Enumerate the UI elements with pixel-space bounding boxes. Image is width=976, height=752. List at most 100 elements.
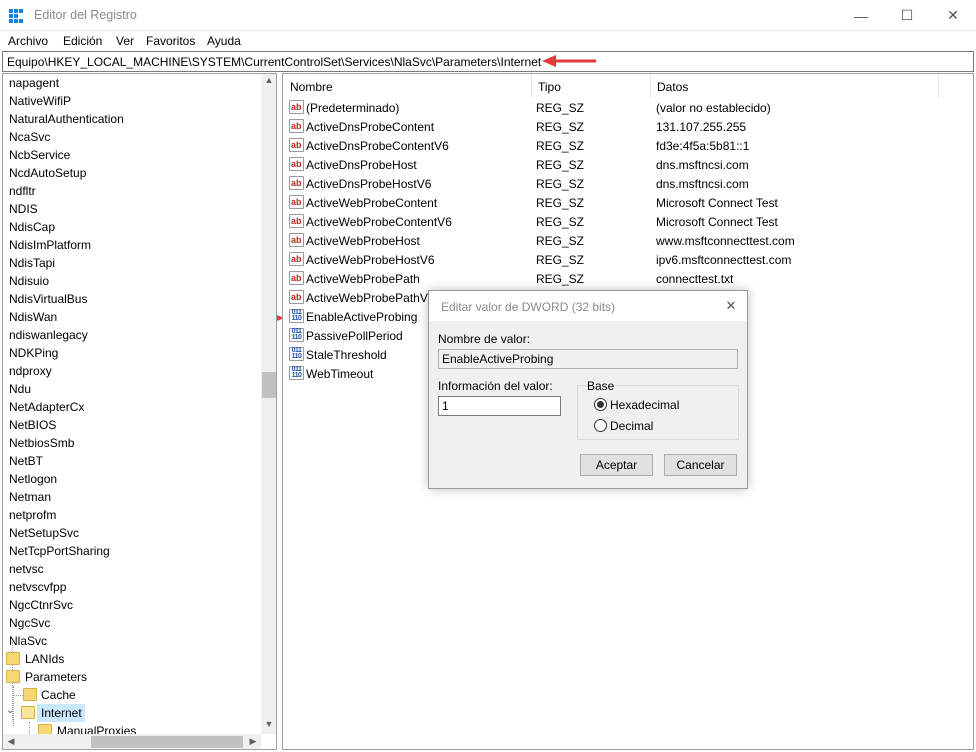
hexadecimal-radio[interactable] bbox=[594, 398, 607, 411]
menu-bar: Archivo Edición Ver Favoritos Ayuda bbox=[0, 31, 976, 51]
maximize-button[interactable]: ☐ bbox=[884, 0, 930, 31]
value-data: 131.107.255.255 bbox=[656, 120, 747, 134]
value-type: REG_SZ bbox=[536, 158, 585, 172]
value-data: dns.msftncsi.com bbox=[656, 158, 749, 172]
dword-value-icon: 011 110 bbox=[289, 347, 304, 361]
menu-archivo[interactable]: Archivo bbox=[8, 34, 48, 48]
tree-item-label: NdisVirtualBus bbox=[9, 292, 88, 306]
tree-item-label: Cache bbox=[41, 688, 76, 702]
tree-item-label: NgcCtnrSvc bbox=[9, 598, 74, 612]
folder-icon bbox=[23, 688, 37, 701]
edit-dword-dialog: Editar valor de DWORD (32 bits) ✕ Nombre… bbox=[428, 290, 748, 489]
value-data: (valor no establecido) bbox=[656, 101, 771, 115]
value-type: REG_SZ bbox=[536, 272, 585, 286]
tree-item-label: NetAdapterCx bbox=[9, 400, 85, 414]
value-data: www.msftconnecttest.com bbox=[656, 234, 795, 248]
value-row[interactable]: ab ActiveDnsProbeHost REG_SZ dns.msftncsi.c… bbox=[283, 155, 973, 174]
value-row[interactable]: ab ActiveWebProbeHost REG_SZ www.msftconnec… bbox=[283, 231, 973, 250]
value-row[interactable]: ab ActiveWebProbeContentV6 REG_SZ Microsoft… bbox=[283, 212, 973, 231]
tree-item-label: Netlogon bbox=[9, 472, 58, 486]
key-tree-pane[interactable]: napagent NativeWifiP NaturalAuthentication… bbox=[2, 73, 277, 750]
tree-item-label: NDKPing bbox=[9, 346, 59, 360]
decimal-label[interactable]: Decimal bbox=[610, 419, 653, 433]
value-type: REG_SZ bbox=[536, 253, 585, 267]
scroll-left-icon[interactable]: ◀ bbox=[3, 736, 19, 747]
ok-button[interactable]: Aceptar bbox=[580, 454, 653, 476]
string-value-icon: ab bbox=[289, 100, 304, 114]
dword-value-icon: 011 110 bbox=[289, 328, 304, 342]
scrollbar-thumb[interactable] bbox=[91, 736, 243, 748]
tree-item-label: NgcSvc bbox=[9, 616, 51, 630]
scroll-up-icon[interactable]: ▲ bbox=[261, 75, 276, 85]
value-row[interactable]: ab ActiveWebProbeHostV6 REG_SZ ipv6.msftcon… bbox=[283, 250, 973, 269]
string-value-icon: ab bbox=[289, 290, 304, 304]
tree-item-label: NaturalAuthentication bbox=[9, 112, 124, 126]
column-header-name[interactable]: Nombre bbox=[283, 74, 531, 98]
value-type: REG_SZ bbox=[536, 139, 585, 153]
address-bar[interactable]: Equipo\HKEY_LOCAL_MACHINE\SYSTEM\Current… bbox=[2, 51, 974, 72]
value-row[interactable]: ab ActiveDnsProbeContentV6 REG_SZ fd3e:4f5a… bbox=[283, 136, 973, 155]
scroll-down-icon[interactable]: ▼ bbox=[261, 719, 276, 729]
string-value-icon: ab bbox=[289, 195, 304, 209]
window-title: Editor del Registro bbox=[34, 8, 137, 22]
tree-item-label: NcaSvc bbox=[9, 130, 51, 144]
tree-item-label: Parameters bbox=[25, 670, 88, 684]
tree-item-label: netvsc bbox=[9, 562, 44, 576]
value-name: ActiveWebProbeContentV6 bbox=[306, 215, 452, 229]
minimize-button[interactable]: — bbox=[838, 0, 884, 31]
value-name: WebTimeout bbox=[306, 367, 374, 381]
chevron-down-icon[interactable]: ⌄ bbox=[6, 705, 14, 716]
value-type: REG_SZ bbox=[536, 177, 585, 191]
tree-item-label: napagent bbox=[9, 76, 60, 90]
value-data: dns.msftncsi.com bbox=[656, 177, 749, 191]
value-row[interactable]: ab ActiveWebProbePath REG_SZ connecttest.tx… bbox=[283, 269, 973, 288]
value-data: Microsoft Connect Test bbox=[656, 196, 778, 210]
annotation-arrow-address bbox=[542, 55, 596, 67]
value-name: StaleThreshold bbox=[306, 348, 387, 362]
tree-item-label: Internet bbox=[41, 706, 82, 720]
open-folder-icon bbox=[21, 706, 35, 719]
column-header-data[interactable]: Datos bbox=[650, 74, 938, 98]
scroll-right-icon[interactable]: ▶ bbox=[245, 736, 261, 747]
tree-item-label: Ndu bbox=[9, 382, 32, 396]
close-button[interactable]: ✕ bbox=[930, 0, 976, 31]
value-data-field[interactable]: 1 bbox=[438, 396, 561, 416]
decimal-radio[interactable] bbox=[594, 419, 607, 432]
tree-item-label: NetSetupSvc bbox=[9, 526, 80, 540]
dword-value-icon: 011 110 bbox=[289, 366, 304, 380]
value-row[interactable]: ab ActiveWebProbeContent REG_SZ Microsoft C… bbox=[283, 193, 973, 212]
tree-horizontal-scrollbar[interactable]: ◀ ▶ bbox=[3, 734, 261, 749]
value-row[interactable]: ab ActiveDnsProbeContent REG_SZ 131.107.255… bbox=[283, 117, 973, 136]
value-name: ActiveDnsProbeContent bbox=[306, 120, 435, 134]
hexadecimal-label[interactable]: Hexadecimal bbox=[610, 398, 679, 412]
scrollbar-thumb[interactable] bbox=[262, 372, 276, 398]
string-value-icon: ab bbox=[289, 138, 304, 152]
tree-item-label: NetBIOS bbox=[9, 418, 57, 432]
tree-item-label: NetbiosSmb bbox=[9, 436, 75, 450]
title-bar: Editor del Registro — ☐ ✕ bbox=[0, 0, 976, 31]
value-name: PassivePollPeriod bbox=[306, 329, 403, 343]
value-row[interactable]: ab (Predeterminado) REG_SZ (valor no establ… bbox=[283, 98, 973, 117]
tree-item-label: ndfltr bbox=[9, 184, 36, 198]
cancel-button[interactable]: Cancelar bbox=[664, 454, 737, 476]
string-value-icon: ab bbox=[289, 214, 304, 228]
menu-ayuda[interactable]: Ayuda bbox=[207, 34, 241, 48]
column-divider[interactable] bbox=[938, 74, 939, 98]
menu-favoritos[interactable]: Favoritos bbox=[146, 34, 195, 48]
value-name: ActiveDnsProbeHost bbox=[306, 158, 417, 172]
value-name: ActiveWebProbeHost bbox=[306, 234, 420, 248]
menu-ver[interactable]: Ver bbox=[116, 34, 134, 48]
string-value-icon: ab bbox=[289, 233, 304, 247]
value-name-label: Nombre de valor: bbox=[438, 332, 531, 346]
column-header-type[interactable]: Tipo bbox=[531, 74, 651, 98]
value-row[interactable]: ab ActiveDnsProbeHostV6 REG_SZ dns.msftncsi… bbox=[283, 174, 973, 193]
tree-item-label: NdisCap bbox=[9, 220, 56, 234]
tree-item-label: NativeWifiP bbox=[9, 94, 72, 108]
tree-item-label: NlaSvc bbox=[9, 634, 48, 648]
maximize-icon: ☐ bbox=[900, 7, 914, 23]
tree-vertical-scrollbar[interactable]: ▲ ▼ bbox=[261, 74, 276, 734]
tree-item-label: ndiswanlegacy bbox=[9, 328, 88, 342]
menu-edicion[interactable]: Edición bbox=[63, 34, 102, 48]
dialog-close-button[interactable]: ✕ bbox=[715, 291, 747, 321]
tree-item-label: NetBT bbox=[9, 454, 44, 468]
